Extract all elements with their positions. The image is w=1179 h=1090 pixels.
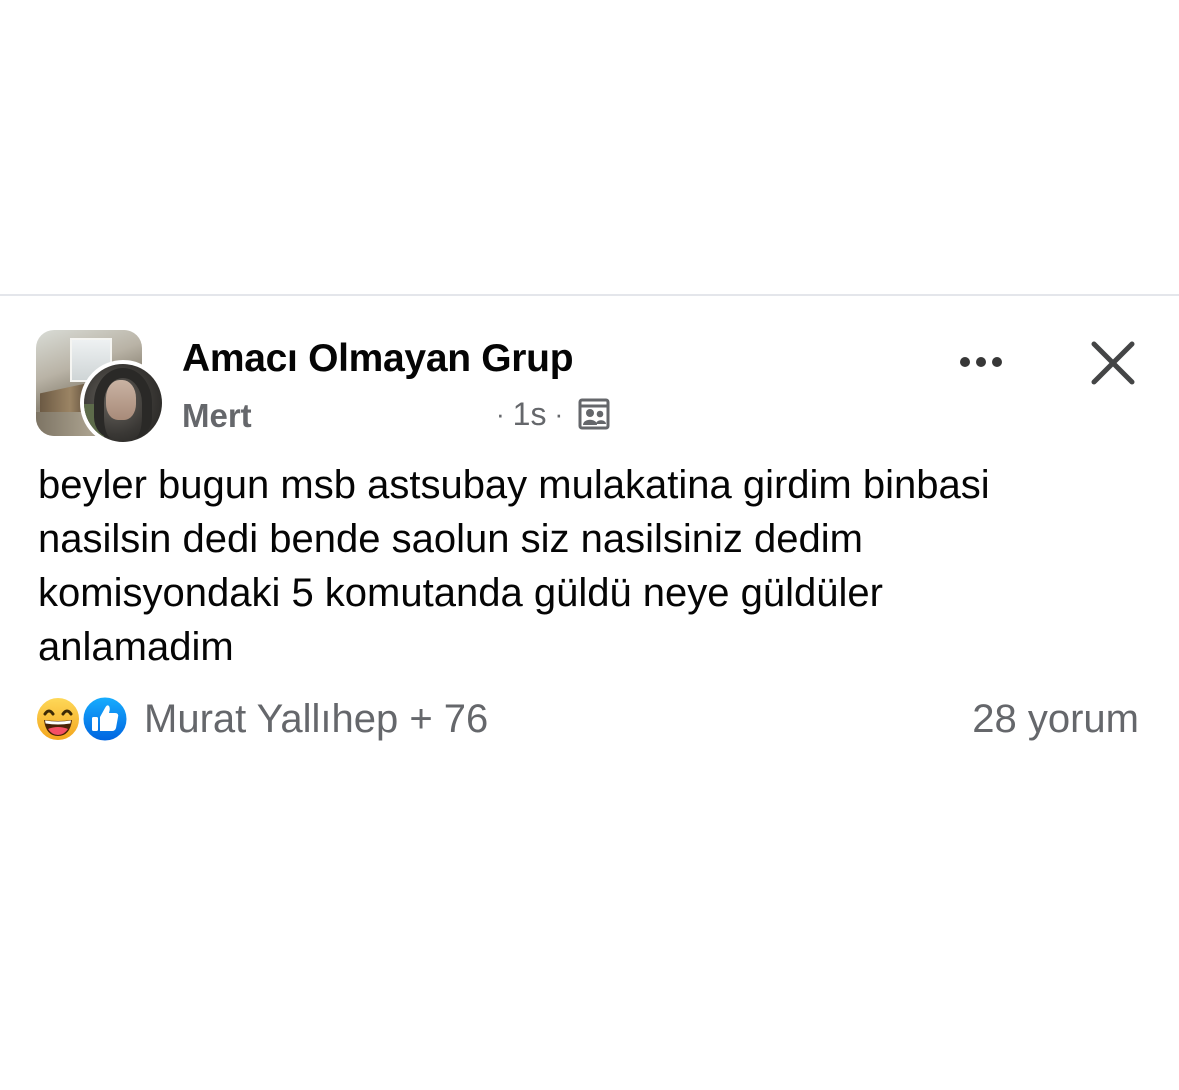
more-dot-icon bbox=[992, 357, 1002, 367]
meta-separator: · bbox=[496, 399, 505, 429]
more-dot-icon bbox=[976, 357, 986, 367]
meta-separator: · bbox=[554, 399, 564, 429]
haha-reaction-icon bbox=[35, 696, 81, 742]
reaction-summary-text[interactable]: Murat Yallıhep + 76 bbox=[144, 694, 488, 744]
post-body-line: komisyondaki 5 komutanda güldü neye güld… bbox=[38, 571, 883, 615]
post-body-line: nasilsin dedi bende saolun siz nasilsini… bbox=[38, 517, 863, 561]
like-reaction-icon bbox=[80, 694, 130, 744]
post-timestamp[interactable]: 1s bbox=[513, 394, 547, 434]
post-body: beyler bugun msb astsubay mulakatina gir… bbox=[38, 458, 1153, 674]
more-dot-icon bbox=[960, 357, 970, 367]
group-name-link[interactable]: Amacı Olmayan Grup bbox=[182, 336, 574, 382]
more-options-button[interactable] bbox=[950, 340, 1012, 384]
reaction-icons bbox=[34, 694, 134, 744]
comment-count-link[interactable]: 28 yorum bbox=[972, 694, 1139, 744]
post-body-line: beyler bugun msb astsubay mulakatina gir… bbox=[38, 463, 990, 507]
author-avatar[interactable] bbox=[80, 360, 166, 446]
avatar-photo-face bbox=[106, 380, 136, 420]
group-members-icon bbox=[578, 398, 610, 430]
author-name-link[interactable]: Mert bbox=[182, 396, 252, 436]
reaction-summary-bar[interactable]: Murat Yallıhep + 76 bbox=[34, 694, 488, 744]
post-body-line: anlamadim bbox=[38, 625, 234, 669]
feed-divider bbox=[0, 294, 1179, 296]
close-icon[interactable] bbox=[1086, 336, 1140, 390]
post-meta: · 1s · bbox=[488, 394, 611, 434]
